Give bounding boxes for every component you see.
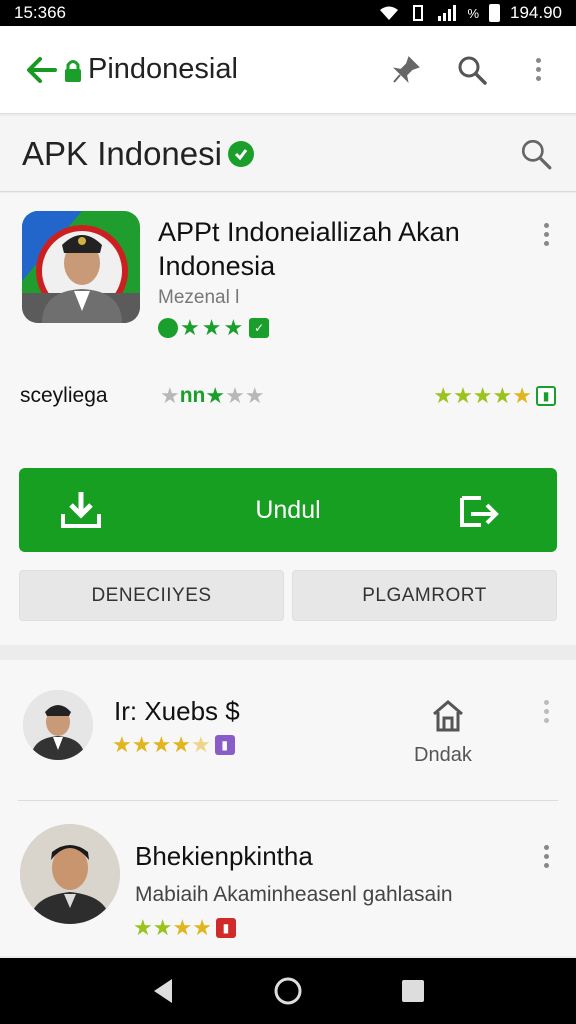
install-label: Undul [255, 495, 321, 524]
nav-home-button[interactable] [270, 973, 306, 1009]
list-item-more-button[interactable] [542, 700, 550, 723]
more-vert-icon [534, 58, 542, 81]
battery-icon [489, 4, 500, 22]
app-detail-card: APPt Indoneiallizah Akan Indonesia Mezen… [0, 193, 576, 645]
pin-icon [392, 55, 420, 83]
rating-row: sceyliega ★ nn ★ ★ ★ ★ ★ ★ ★ ★ ▮ [20, 381, 556, 411]
star-icon: ★ [244, 383, 265, 408]
green-tag-icon: ▮ [536, 386, 556, 406]
share-icon [460, 496, 499, 527]
star-icon: ★ [225, 383, 245, 408]
nav-back-button[interactable] [145, 973, 181, 1009]
purple-tag-icon: ▮ [214, 735, 235, 755]
back-triangle-icon [153, 979, 172, 1003]
related-list: Ir: Xuebs $ ★ ★ ★ ★ ★ ▮ Dndak Bhekienpki… [0, 660, 576, 956]
list-item-action-label[interactable]: Dndak [414, 744, 472, 767]
star-icon: ★ [453, 383, 473, 408]
status-time: 15:366 [14, 3, 66, 22]
secondary-button-right[interactable]: PLGAMRORT [292, 570, 557, 621]
star-icon: ★ [205, 383, 226, 408]
star-icon: ★ [192, 915, 212, 940]
list-item-subtitle: Mabiaih Akaminheasenl gahlasain [135, 883, 453, 906]
home-circle-icon [274, 977, 302, 1005]
avatar [20, 824, 120, 924]
red-tag-icon: ▮ [215, 918, 236, 938]
home-icon [433, 700, 463, 732]
status-clock-right: 194.90 [510, 3, 562, 22]
download-icon [61, 492, 101, 528]
app-icon[interactable] [22, 211, 140, 323]
list-item-more-button[interactable] [542, 845, 550, 868]
vibrate-icon [413, 5, 424, 21]
list-item-name: Ir: Xuebs $ [114, 696, 240, 726]
recents-square-icon [402, 980, 425, 1002]
back-button[interactable] [20, 52, 64, 88]
app-bar-title: Pindonesial [88, 53, 238, 85]
star-icon: ★ [223, 315, 244, 340]
star-icon: ★ [171, 732, 191, 757]
star-icon: ★ [180, 315, 200, 340]
star-icon: ★ [472, 383, 493, 408]
avatar [23, 690, 93, 760]
wifi-icon [380, 6, 399, 20]
star-icon: ★ [433, 383, 454, 408]
store-search-button[interactable] [518, 136, 554, 172]
lock-icon [64, 59, 82, 82]
app-developer[interactable]: Mezenal l [158, 287, 239, 309]
signal-icon [438, 5, 457, 21]
secondary-button-left[interactable]: DENECIIYES [19, 570, 284, 621]
star-half-icon: ★ [190, 732, 211, 757]
star-icon: ★ [201, 315, 222, 340]
status-bar: 15:366 % 194.90 [0, 0, 576, 26]
star-icon: ★ [492, 383, 513, 408]
star-icon: ★ [151, 732, 172, 757]
search-icon [521, 139, 552, 169]
rating-label: sceyliega [20, 384, 108, 407]
overflow-menu-button[interactable] [520, 52, 556, 88]
star-icon: ★ [112, 732, 132, 757]
system-nav-bar [0, 958, 576, 1024]
list-item[interactable]: Ir: Xuebs $ ★ ★ ★ ★ ★ ▮ Dndak [0, 660, 576, 800]
search-icon [458, 56, 487, 85]
signal-text: % [467, 5, 479, 21]
app-bar: Pindonesial [0, 26, 576, 114]
green-tag-icon: ✓ [249, 318, 270, 338]
star-icon: ★ [152, 915, 173, 940]
star-icon: ★ [133, 915, 153, 940]
arrow-left-icon [27, 56, 57, 83]
verified-check-icon [227, 140, 254, 167]
search-button[interactable] [454, 52, 490, 88]
store-title: APK Indonesi [22, 134, 222, 172]
play-badge-icon [158, 318, 178, 338]
install-button[interactable]: Undul [19, 468, 557, 552]
app-card-more-button[interactable] [542, 223, 550, 246]
star-icon: ★ [172, 915, 193, 940]
nav-recents-button[interactable] [395, 973, 431, 1009]
star-icon: ★ [131, 732, 152, 757]
list-item-name: Bhekienpkintha [135, 841, 313, 871]
star-icon: ★ [160, 383, 180, 408]
list-item[interactable]: Bhekienpkintha Mabiaih Akaminheasenl gah… [0, 801, 576, 956]
store-header: APK Indonesi [0, 116, 576, 192]
list-item-rating: ★ ★ ★ ★ ▮ [133, 917, 236, 939]
app-name: APPt Indoneiallizah Akan Indonesia [158, 217, 460, 281]
pin-button[interactable] [388, 52, 424, 88]
star-icon: ★ [512, 383, 532, 408]
list-item-rating: ★ ★ ★ ★ ★ ▮ [112, 734, 235, 756]
app-rating-stars: ★ ★ ★ ✓ [158, 315, 270, 340]
rating-mid-text: nn [179, 384, 206, 407]
